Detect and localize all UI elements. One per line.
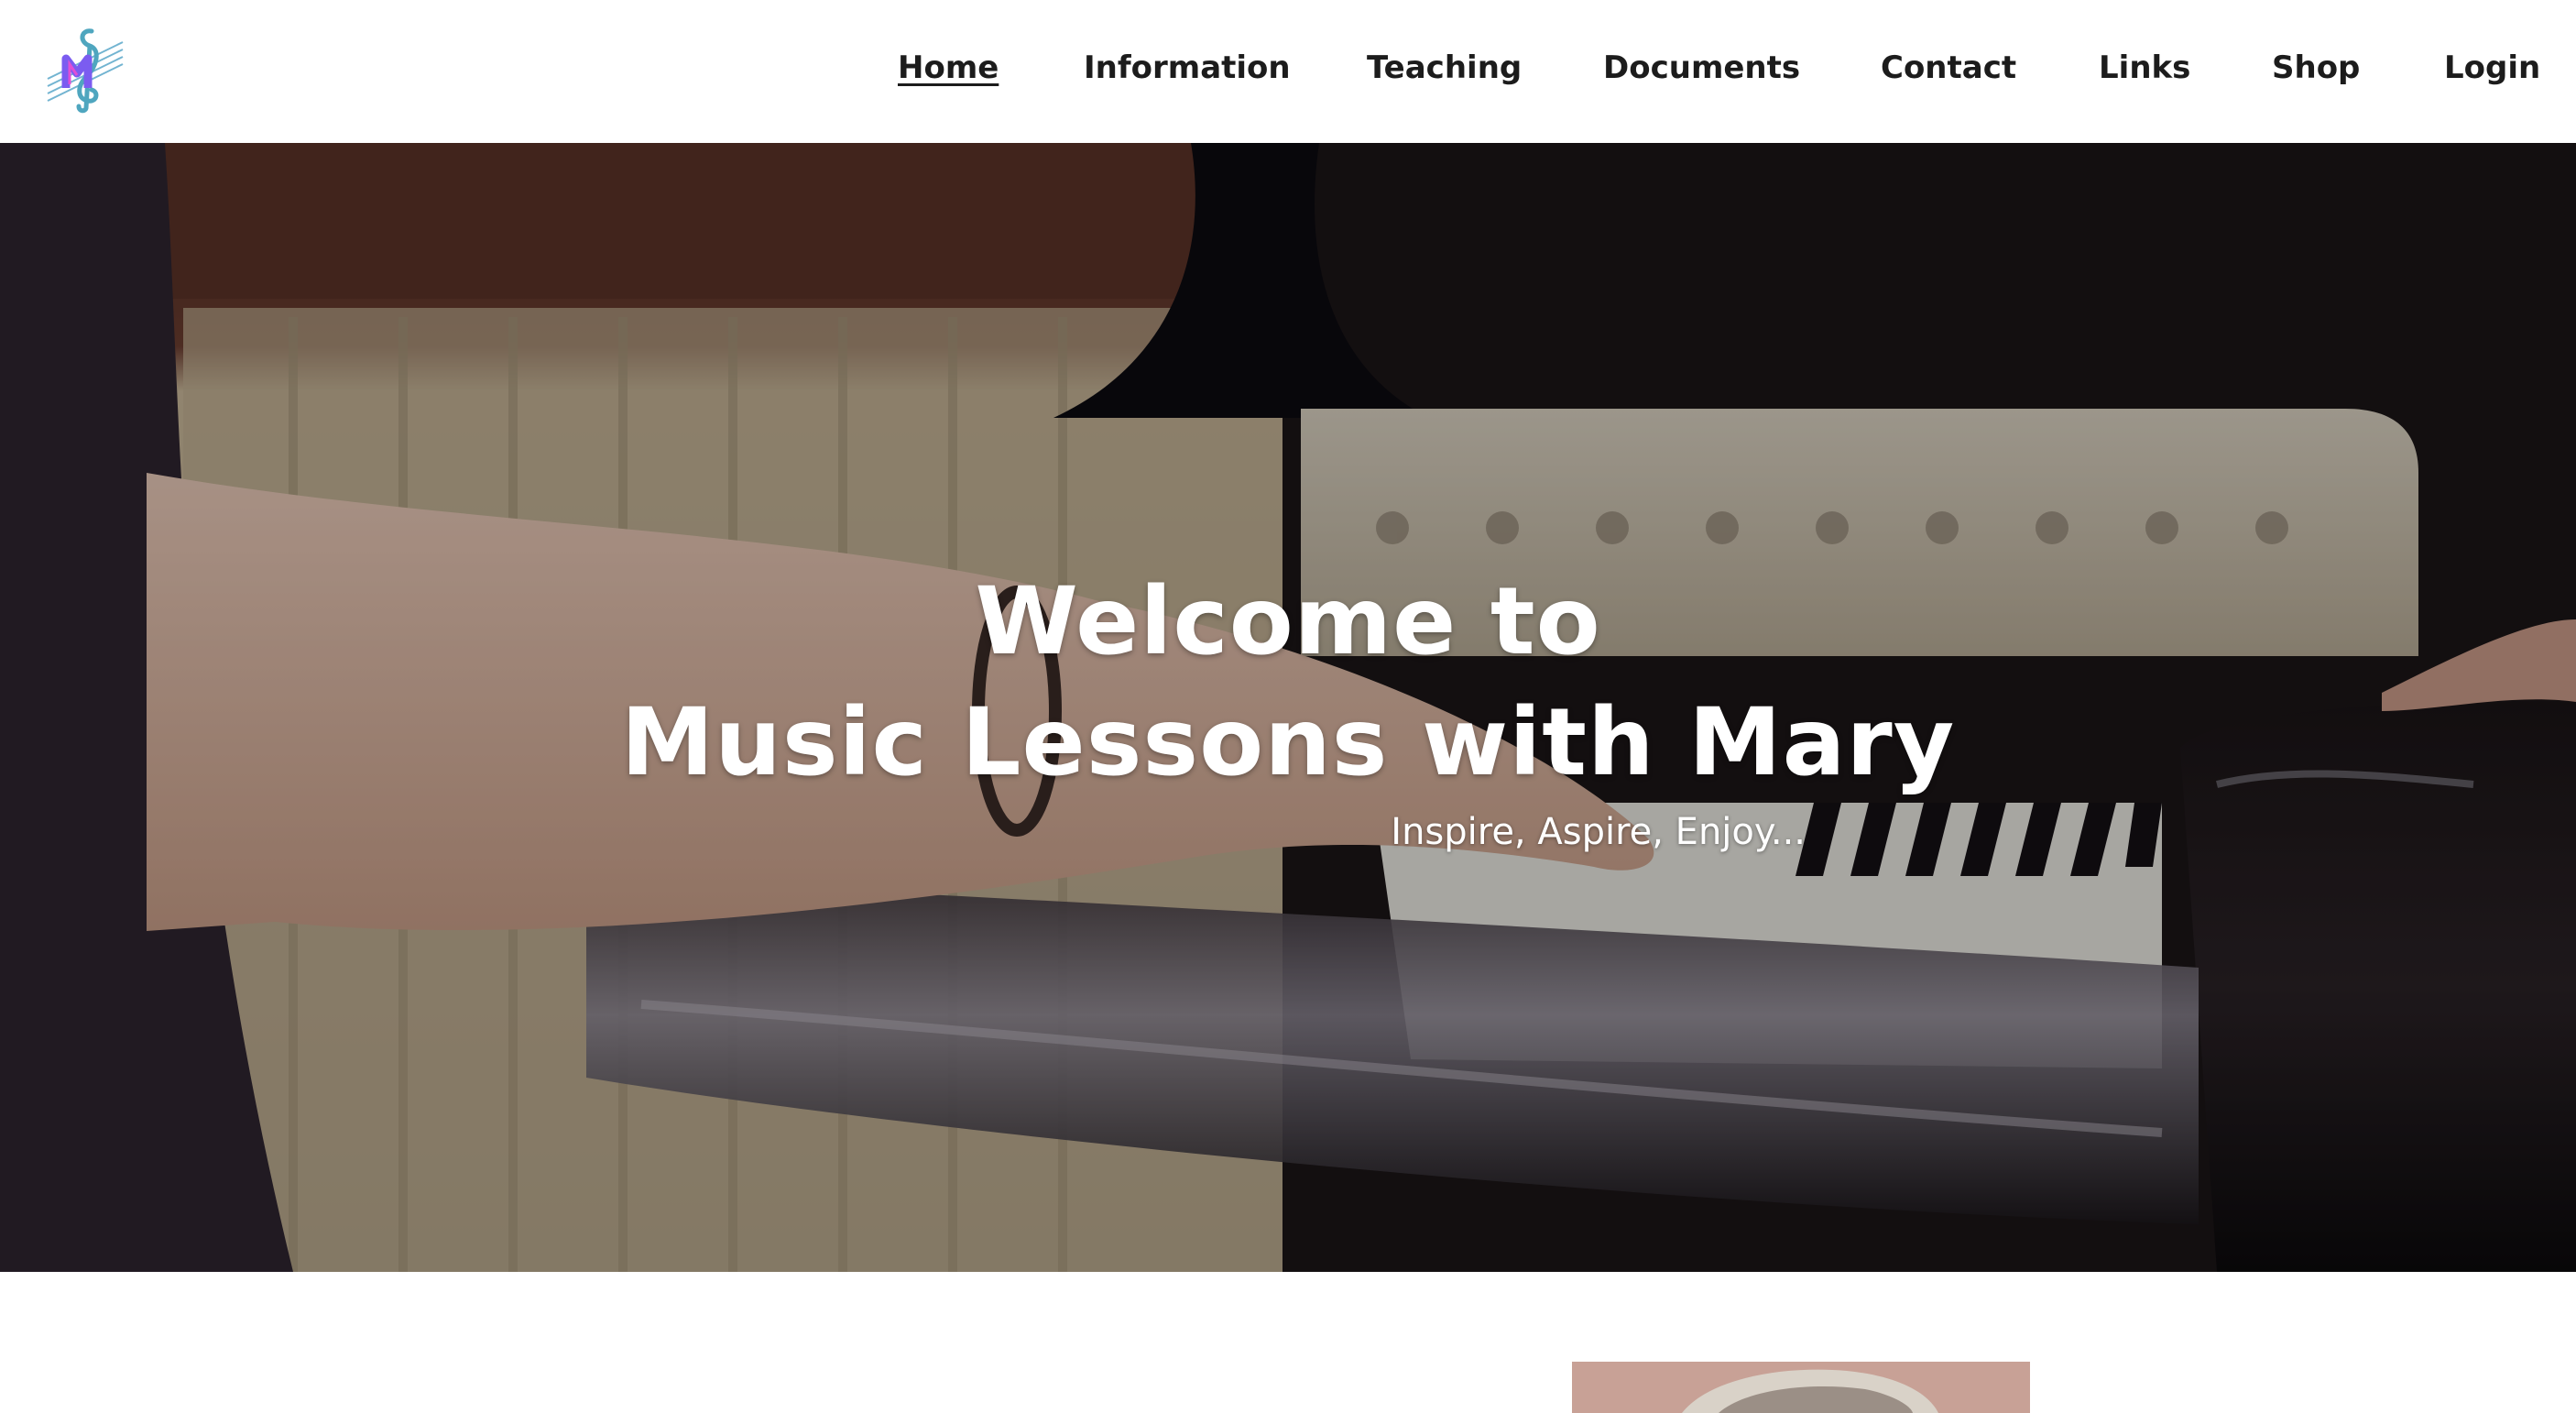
nav-information[interactable]: Information	[1084, 48, 1291, 88]
site-header: Home Information Teaching Documents Cont…	[0, 0, 2576, 143]
nav-login[interactable]: Login	[2444, 48, 2540, 88]
hero-title-line2: Music Lessons with Mary	[620, 688, 1956, 797]
main-nav: Home Information Teaching Documents Cont…	[0, 0, 2576, 143]
nav-teaching[interactable]: Teaching	[1367, 48, 1522, 88]
hero-subtitle: Inspire, Aspire, Enjoy...	[1391, 811, 1806, 853]
hero-banner: Welcome to Music Lessons with Mary Inspi…	[0, 143, 2576, 1272]
hero-title-line1: Welcome to	[975, 567, 1601, 676]
nav-contact[interactable]: Contact	[1881, 48, 2016, 88]
nav-links[interactable]: Links	[2099, 48, 2190, 88]
nav-documents[interactable]: Documents	[1603, 48, 1800, 88]
nav-shop[interactable]: Shop	[2272, 48, 2360, 88]
nav-home[interactable]: Home	[898, 48, 999, 88]
teacher-portrait-image	[1572, 1362, 2030, 1413]
